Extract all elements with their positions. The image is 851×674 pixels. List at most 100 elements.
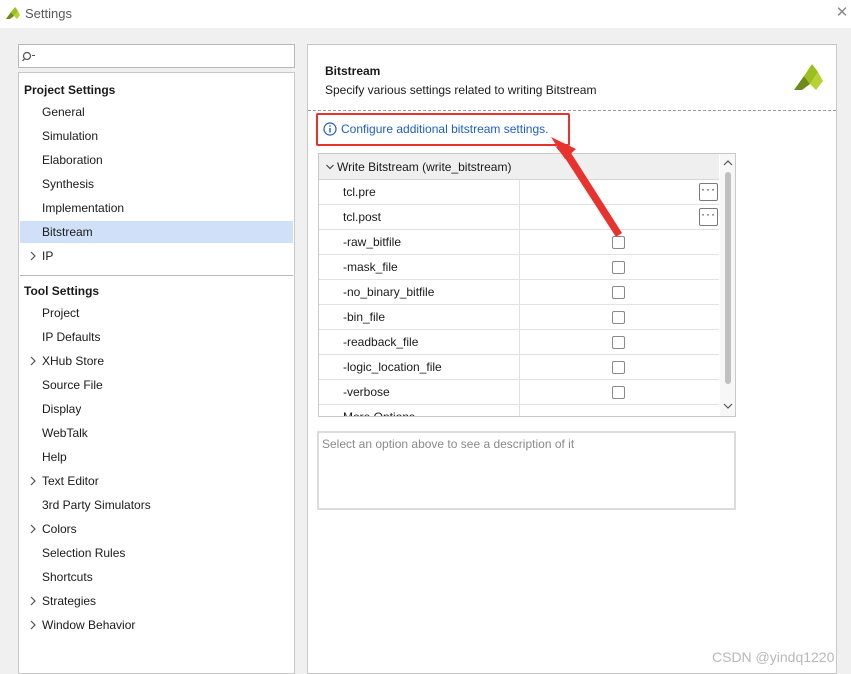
checkbox-bin-file[interactable] [612, 311, 625, 324]
tree-item-implementation[interactable]: Implementation [20, 197, 293, 219]
tree-item-label: Bitstream [42, 225, 93, 239]
property-name: -verbose [343, 385, 390, 399]
tree-item-ip-defaults[interactable]: IP Defaults [20, 326, 293, 348]
tree-item-label: Simulation [42, 129, 99, 143]
tree-item-ip[interactable]: IP [20, 245, 293, 267]
tree-item-label: Project [42, 306, 80, 320]
column-divider [519, 255, 520, 280]
property-row-mask-file[interactable]: -mask_file [319, 255, 719, 280]
chevron-right-icon[interactable] [28, 350, 38, 372]
property-row-logic-location-file[interactable]: -logic_location_file [319, 355, 719, 380]
tree-item-label: Source File [42, 378, 103, 392]
property-row-verbose[interactable]: -verbose [319, 380, 719, 405]
close-button[interactable]: ✕ [834, 4, 850, 22]
chevron-down-icon[interactable] [722, 400, 734, 412]
tree-item-shortcuts[interactable]: Shortcuts [20, 566, 293, 588]
tree-item-selection-rules[interactable]: Selection Rules [20, 542, 293, 564]
checkbox-readback-file[interactable] [612, 336, 625, 349]
tree-item-elaboration[interactable]: Elaboration [20, 149, 293, 171]
tree-item-source-file[interactable]: Source File [20, 374, 293, 396]
property-name: -logic_location_file [343, 360, 442, 374]
search-icon [22, 51, 35, 62]
chevron-up-icon[interactable] [722, 157, 734, 169]
property-row-tcl-post[interactable]: tcl.post ··· [319, 205, 719, 230]
chevron-right-icon[interactable] [28, 590, 38, 612]
checkbox-mask-file[interactable] [612, 261, 625, 274]
tree-item-xhub-store[interactable]: XHub Store [20, 350, 293, 372]
checkbox-verbose[interactable] [612, 386, 625, 399]
tree-item-label: General [42, 105, 85, 119]
description-text: Select an option above to see a descript… [322, 437, 575, 451]
column-divider [519, 355, 520, 380]
tree-item-label: Text Editor [42, 474, 99, 488]
tree-header-tool-settings: Tool Settings [24, 284, 100, 298]
tree-item-3rd-party-simulators[interactable]: 3rd Party Simulators [20, 494, 293, 516]
tree-item-label: Window Behavior [42, 618, 136, 632]
settings-tree: Project Settings General Simulation Elabor… [18, 72, 295, 674]
close-icon: ✕ [835, 4, 849, 21]
header-divider [308, 110, 836, 111]
tree-item-label: XHub Store [42, 354, 105, 368]
column-divider [519, 230, 520, 255]
tree-separator [20, 275, 293, 276]
tree-item-label: Selection Rules [42, 546, 126, 560]
title-bar: Settings ✕ [0, 0, 851, 28]
tree-item-label: Synthesis [42, 177, 95, 191]
chevron-right-icon[interactable] [28, 470, 38, 492]
chevron-down-icon[interactable] [325, 162, 335, 172]
chevron-right-icon[interactable] [28, 614, 38, 636]
tree-item-label: Colors [42, 522, 77, 536]
tree-item-label: IP [42, 249, 54, 263]
property-group-write-bitstream[interactable]: Write Bitstream (write_bitstream) [319, 154, 719, 180]
tree-item-strategies[interactable]: Strategies [20, 590, 293, 612]
tree-item-label: Implementation [42, 201, 125, 215]
tree-item-colors[interactable]: Colors [20, 518, 293, 540]
tree-item-synthesis[interactable]: Synthesis [20, 173, 293, 195]
tree-item-label: Help [42, 450, 67, 464]
tree-item-display[interactable]: Display [20, 398, 293, 420]
page-title: Bitstream [325, 64, 381, 78]
window-title: Settings [25, 6, 72, 21]
checkbox-raw-bitfile[interactable] [612, 236, 625, 249]
checkbox-logic-location-file[interactable] [612, 361, 625, 374]
tree-item-window-behavior[interactable]: Window Behavior [20, 614, 293, 636]
property-row-no-binary-bitfile[interactable]: -no_binary_bitfile [319, 280, 719, 305]
property-table: Write Bitstream (write_bitstream) tcl.pr… [318, 153, 736, 417]
vivado-logo-icon [794, 64, 823, 90]
tree-item-label: 3rd Party Simulators [42, 498, 151, 512]
column-divider [519, 380, 520, 405]
tree-item-text-editor[interactable]: Text Editor [20, 470, 293, 492]
tree-item-label: Elaboration [42, 153, 103, 167]
watermark: CSDN @yindq1220 [712, 649, 835, 665]
property-row-more-options[interactable]: More Options [319, 405, 719, 416]
property-table-scrollbar[interactable] [720, 154, 735, 416]
browse-button[interactable]: ··· [699, 183, 718, 201]
property-row-tcl-pre[interactable]: tcl.pre ··· [319, 180, 719, 205]
tree-item-label: Display [42, 402, 82, 416]
property-name: -bin_file [343, 310, 386, 324]
property-row-bin-file[interactable]: -bin_file [319, 305, 719, 330]
tree-item-webtalk[interactable]: WebTalk [20, 422, 293, 444]
chevron-right-icon[interactable] [28, 518, 38, 540]
tree-item-label: Shortcuts [42, 570, 93, 584]
vivado-logo-icon [6, 7, 20, 19]
checkbox-no-binary-bitfile[interactable] [612, 286, 625, 299]
chevron-right-icon[interactable] [28, 245, 38, 267]
property-name: tcl.post [343, 210, 382, 224]
tree-item-label: IP Defaults [42, 330, 101, 344]
property-group-label: Write Bitstream (write_bitstream) [337, 160, 512, 174]
search-input[interactable] [39, 47, 289, 65]
search-box[interactable] [18, 44, 295, 68]
property-row-raw-bitfile[interactable]: -raw_bitfile [319, 230, 719, 255]
column-divider [519, 280, 520, 305]
tree-item-project[interactable]: Project [20, 302, 293, 324]
browse-button[interactable]: ··· [699, 208, 718, 226]
tree-item-bitstream[interactable]: Bitstream [20, 221, 293, 243]
tree-item-simulation[interactable]: Simulation [20, 125, 293, 147]
tree-item-general[interactable]: General [20, 101, 293, 123]
tree-item-help[interactable]: Help [20, 446, 293, 468]
scrollbar-thumb[interactable] [725, 172, 731, 384]
property-row-readback-file[interactable]: -readback_file [319, 330, 719, 355]
column-divider [519, 305, 520, 330]
column-divider [519, 330, 520, 355]
